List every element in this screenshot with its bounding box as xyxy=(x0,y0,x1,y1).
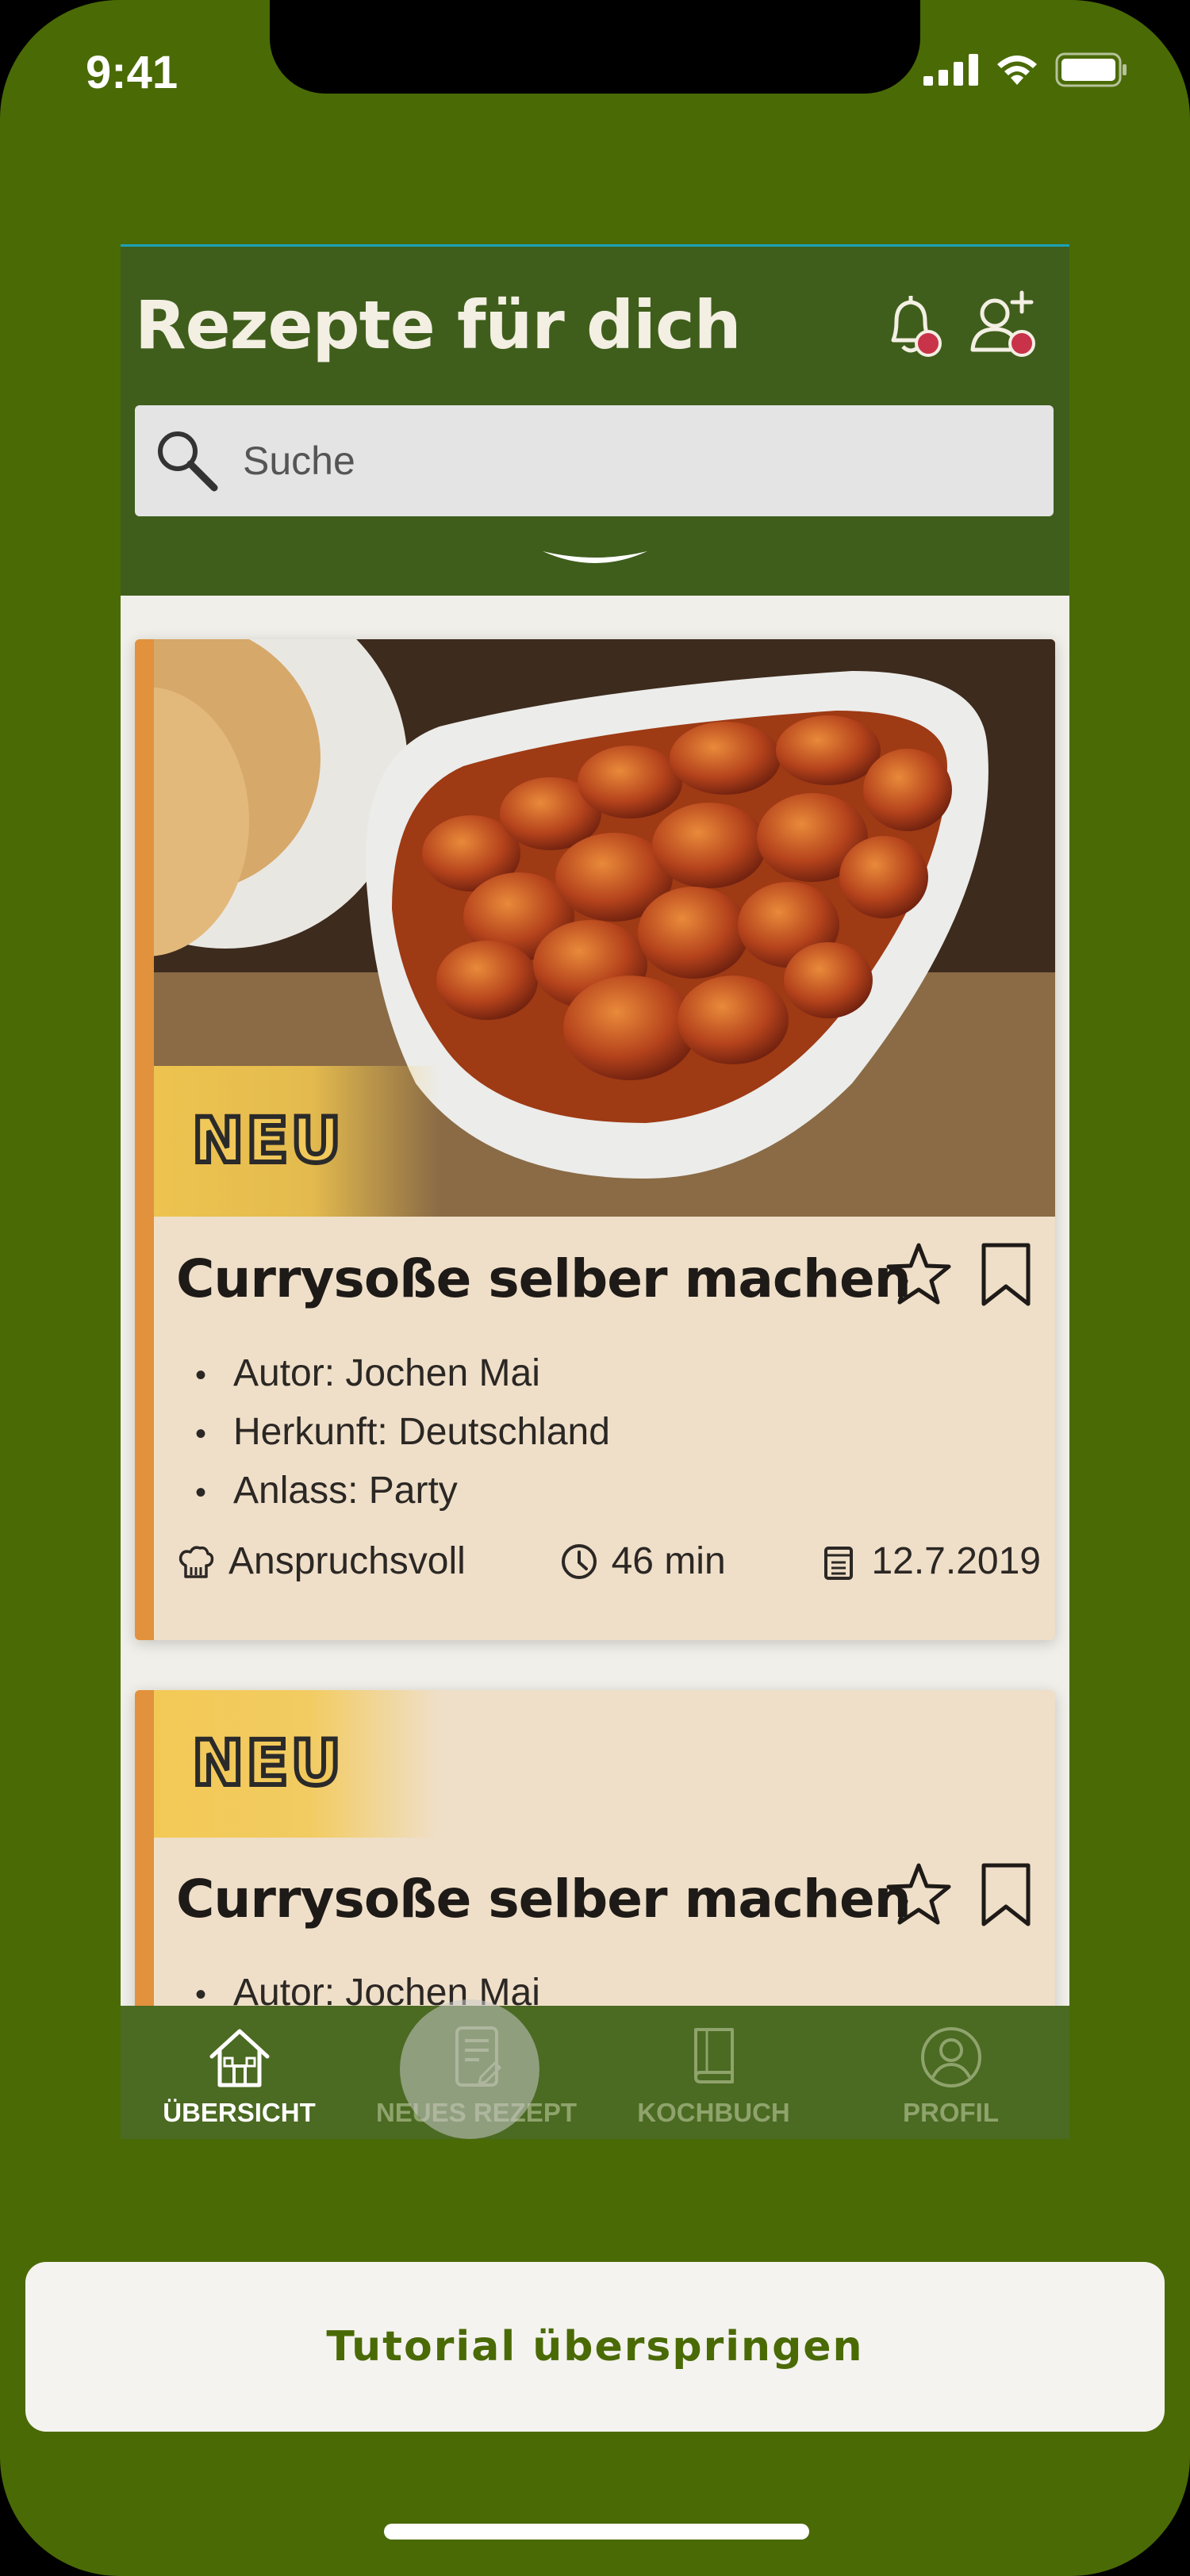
app-header: Rezepte für dich xyxy=(121,247,1069,596)
recipe-card[interactable]: NEU Currysoße selber machen Autor: Joche… xyxy=(135,639,1055,1640)
bookmark-icon[interactable] xyxy=(973,1240,1039,1307)
skip-tutorial-button[interactable]: Tutorial überspringen xyxy=(25,2262,1165,2432)
detail-occasion: Anlass: Party xyxy=(195,1462,610,1521)
house-icon xyxy=(209,2029,269,2087)
device-notch xyxy=(270,0,920,94)
search-icon xyxy=(158,431,218,492)
chef-hat-icon xyxy=(178,1545,214,1578)
star-icon[interactable] xyxy=(885,1861,952,1927)
recipe-title: Currysoße selber machen xyxy=(176,1869,912,1930)
detail-author: Autor: Jochen Mai xyxy=(195,1345,610,1404)
new-badge-label: NEU xyxy=(190,1726,344,1802)
clock-icon xyxy=(561,1543,597,1579)
date-label: 12.7.2019 xyxy=(871,1540,1041,1582)
add-friend-icon[interactable] xyxy=(963,285,1042,364)
tutorial-tap-indicator xyxy=(400,1999,539,2139)
nav-label-cookbook: KOCHBUCH xyxy=(637,2098,790,2127)
signal-icon xyxy=(923,54,978,86)
new-badge: NEU xyxy=(154,1066,440,1217)
app-screen: Rezepte für dich Suche NEU Currysoße sel… xyxy=(121,244,1069,2139)
new-badge-label: NEU xyxy=(190,1103,344,1179)
difficulty: Anspruchsvoll xyxy=(176,1539,466,1583)
profile-icon xyxy=(920,2027,981,2087)
nav-item-cookbook[interactable]: KOCHBUCH xyxy=(595,2006,832,2139)
star-icon[interactable] xyxy=(885,1240,952,1307)
page-title: Rezepte für dich xyxy=(135,286,742,364)
chevron-down-icon[interactable] xyxy=(533,540,657,580)
nav-item-profile[interactable]: PROFIL xyxy=(832,2006,1069,2139)
difficulty-label: Anspruchsvoll xyxy=(228,1540,466,1582)
bottom-navigation: ÜBERSICHT NEUES REZEPT KOCHBUCH xyxy=(121,2006,1069,2139)
new-badge: NEU xyxy=(154,1690,440,1838)
recipe-title: Currysoße selber machen xyxy=(176,1248,912,1309)
status-time: 9:41 xyxy=(86,47,178,98)
duration: 46 min xyxy=(559,1539,726,1583)
recipe-image: NEU xyxy=(154,639,1055,1217)
recipe-details: Autor: Jochen Mai Herkunft: Deutschland … xyxy=(195,1345,610,1521)
wifi-icon xyxy=(997,56,1037,85)
card-actions xyxy=(885,1861,1039,1927)
search-input[interactable] xyxy=(241,437,958,485)
search-bar[interactable] xyxy=(135,405,1054,516)
nav-label-profile: PROFIL xyxy=(903,2098,999,2127)
recipe-meta: Anspruchsvoll 46 min 12.7.2019 xyxy=(176,1539,1041,1583)
phone-screen: 9:41 Rezepte für dich Suche NEU Currysoß… xyxy=(0,0,1190,2576)
calendar-icon xyxy=(824,1546,854,1580)
card-actions xyxy=(885,1240,1039,1307)
battery-icon xyxy=(1055,52,1127,87)
nav-item-overview[interactable]: ÜBERSICHT xyxy=(121,2006,358,2139)
date: 12.7.2019 xyxy=(819,1539,1041,1583)
bookmark-icon[interactable] xyxy=(973,1861,1039,1927)
home-indicator[interactable] xyxy=(384,2524,809,2540)
detail-origin: Herkunft: Deutschland xyxy=(195,1404,610,1462)
bell-notification-icon[interactable] xyxy=(873,285,952,364)
book-icon xyxy=(693,2028,734,2083)
nav-label-overview: ÜBERSICHT xyxy=(163,2098,316,2127)
status-icons xyxy=(923,52,1128,87)
duration-label: 46 min xyxy=(611,1540,726,1582)
